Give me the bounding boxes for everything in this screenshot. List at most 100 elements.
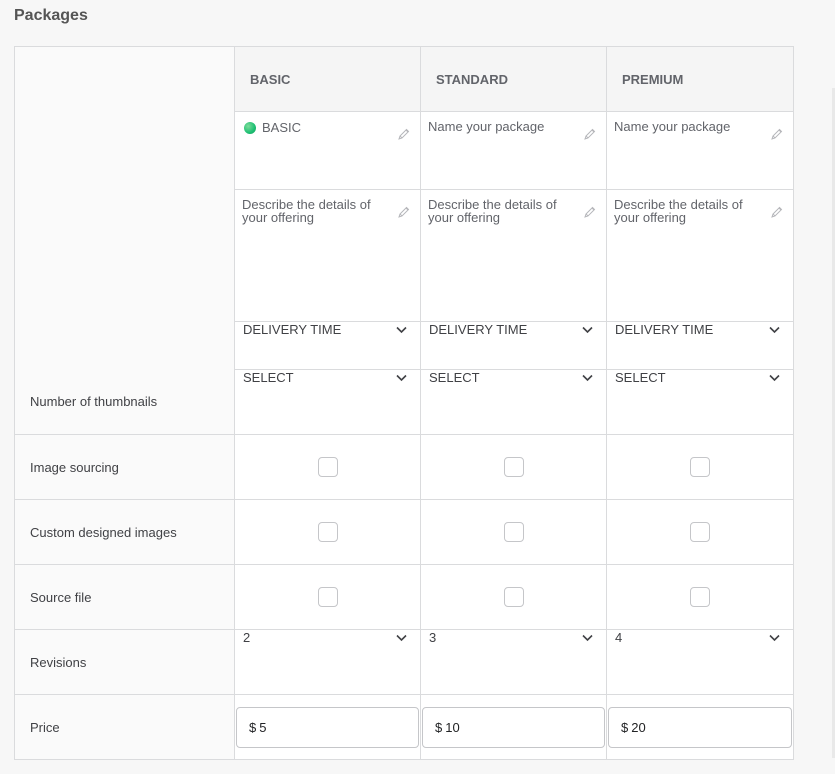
- custom-images-checkbox[interactable]: [503, 522, 524, 542]
- package-description-field[interactable]: Describe the details of your offering: [234, 189, 421, 322]
- package-name-field[interactable]: Name your package: [606, 111, 794, 190]
- currency-symbol: $: [621, 719, 629, 735]
- pencil-icon[interactable]: [398, 128, 410, 140]
- pencil-icon[interactable]: [771, 128, 783, 140]
- package-header-basic: BASIC: [234, 46, 421, 112]
- revisions-value: 3: [429, 630, 437, 645]
- checkbox-cell: [606, 499, 794, 565]
- chevron-down-icon: [396, 326, 407, 333]
- checkbox-cell: [234, 499, 421, 565]
- image-sourcing-checkbox[interactable]: [503, 457, 524, 477]
- delivery-time-label: DELIVERY TIME: [429, 322, 528, 337]
- pencil-icon[interactable]: [398, 206, 410, 218]
- package-name-placeholder: Name your package: [614, 119, 731, 134]
- package-name-placeholder: Name your package: [428, 119, 545, 134]
- green-dot-icon: [244, 122, 256, 134]
- package-header-premium: PREMIUM: [606, 46, 794, 112]
- package-name-value: BASIC: [242, 121, 392, 134]
- chevron-down-icon: [582, 374, 593, 381]
- chevron-down-icon: [582, 634, 593, 641]
- package-description-row: Describe the details of your offering De…: [14, 189, 794, 322]
- custom-images-checkbox[interactable]: [690, 522, 710, 542]
- feature-label: Source file: [14, 564, 235, 630]
- delivery-time-select[interactable]: DELIVERY TIME: [234, 321, 421, 370]
- blank-cell: [14, 189, 235, 322]
- package-header-standard: STANDARD: [420, 46, 607, 112]
- select-label: SELECT: [615, 370, 666, 385]
- delivery-time-row: DELIVERY TIME DELIVERY TIME DELIVERY TIM…: [14, 321, 794, 370]
- source-file-checkbox[interactable]: [690, 587, 710, 607]
- image-sourcing-checkbox[interactable]: [690, 457, 710, 477]
- image-sourcing-checkbox[interactable]: [317, 457, 338, 477]
- revisions-select[interactable]: 2: [234, 629, 421, 695]
- price-value: 5: [259, 719, 267, 735]
- checkbox-cell: [420, 434, 607, 500]
- price-value: 10: [445, 719, 460, 735]
- package-name-row: BASIC Name your package Name your packag…: [14, 111, 794, 190]
- corner-cell: [14, 46, 235, 112]
- custom-designed-images-row: Custom designed images: [14, 499, 794, 565]
- delivery-time-select[interactable]: DELIVERY TIME: [606, 321, 794, 370]
- feature-label: Image sourcing: [14, 434, 235, 500]
- pencil-icon[interactable]: [584, 128, 596, 140]
- revisions-value: 2: [243, 630, 251, 645]
- package-name-field[interactable]: Name your package: [420, 111, 607, 190]
- page-title: Packages: [14, 7, 88, 24]
- revisions-row: Revisions 2 3 4: [14, 629, 794, 695]
- select-label: SELECT: [243, 370, 294, 385]
- revisions-select[interactable]: 4: [606, 629, 794, 695]
- package-header-row: BASIC STANDARD PREMIUM: [14, 46, 794, 112]
- description-placeholder: Describe the details of your offering: [614, 197, 743, 225]
- delivery-time-label: DELIVERY TIME: [243, 322, 342, 337]
- package-name-text: BASIC: [262, 120, 302, 135]
- package-name-field[interactable]: BASIC: [234, 111, 421, 190]
- price-input[interactable]: $10: [422, 706, 605, 748]
- chevron-down-icon: [582, 326, 593, 333]
- feature-label: Custom designed images: [14, 499, 235, 565]
- price-input[interactable]: $20: [608, 706, 792, 748]
- checkbox-cell: [606, 434, 794, 500]
- package-description-field[interactable]: Describe the details of your offering: [420, 189, 607, 322]
- source-file-checkbox[interactable]: [317, 587, 338, 607]
- revisions-value: 4: [615, 630, 623, 645]
- blank-cell: [14, 321, 235, 370]
- checkbox-cell: [234, 564, 421, 630]
- thumbnails-select[interactable]: SELECT: [606, 369, 794, 435]
- pencil-icon[interactable]: [584, 206, 596, 218]
- chevron-down-icon: [769, 326, 780, 333]
- description-placeholder: Describe the details of your offering: [242, 197, 371, 225]
- package-description-field[interactable]: Describe the details of your offering: [606, 189, 794, 322]
- thumbnails-row: Number of thumbnails SELECT SELECT SELEC…: [14, 369, 794, 435]
- price-row: Price $5 $10 $20: [14, 694, 794, 760]
- packages-table: BASIC STANDARD PREMIUM BASIC Name your p…: [14, 46, 794, 760]
- image-sourcing-row: Image sourcing: [14, 434, 794, 500]
- thumbnails-select[interactable]: SELECT: [420, 369, 607, 435]
- source-file-checkbox[interactable]: [503, 587, 524, 607]
- currency-symbol: $: [435, 719, 443, 735]
- price-cell: $20: [606, 694, 794, 760]
- chevron-down-icon: [769, 374, 780, 381]
- delivery-time-label: DELIVERY TIME: [615, 322, 714, 337]
- price-value: 20: [631, 719, 646, 735]
- packages-page: Packages BASIC STANDARD PREMIUM BASIC Na…: [0, 0, 835, 774]
- checkbox-cell: [606, 564, 794, 630]
- select-label: SELECT: [429, 370, 480, 385]
- custom-images-checkbox[interactable]: [317, 522, 338, 542]
- chevron-down-icon: [769, 634, 780, 641]
- checkbox-cell: [420, 564, 607, 630]
- checkbox-cell: [420, 499, 607, 565]
- source-file-row: Source file: [14, 564, 794, 630]
- price-input[interactable]: $5: [236, 706, 419, 748]
- thumbnails-select[interactable]: SELECT: [234, 369, 421, 435]
- blank-cell: [14, 111, 235, 190]
- delivery-time-select[interactable]: DELIVERY TIME: [420, 321, 607, 370]
- price-cell: $10: [420, 694, 607, 760]
- pencil-icon[interactable]: [771, 206, 783, 218]
- feature-label: Number of thumbnails: [14, 369, 235, 435]
- description-placeholder: Describe the details of your offering: [428, 197, 557, 225]
- revisions-select[interactable]: 3: [420, 629, 607, 695]
- chevron-down-icon: [396, 374, 407, 381]
- feature-label: Revisions: [14, 629, 235, 695]
- currency-symbol: $: [249, 719, 257, 735]
- chevron-down-icon: [396, 634, 407, 641]
